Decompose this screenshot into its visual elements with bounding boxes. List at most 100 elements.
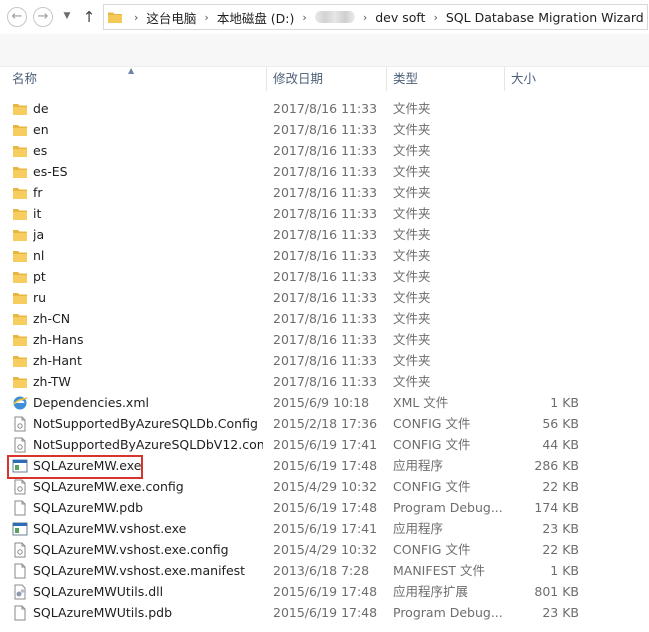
- file-size: [504, 161, 579, 182]
- file-type: 文件夹: [393, 269, 431, 284]
- breadcrumb-separator-icon[interactable]: ›: [302, 11, 306, 24]
- file-date: 2017/8/16 11:33: [273, 206, 378, 221]
- file-size: 1 KB: [550, 563, 579, 578]
- file-row[interactable]: de 2017/8/16 11:33 文件夹: [0, 98, 649, 119]
- xml-file-icon: [12, 392, 30, 413]
- folder-icon: [12, 140, 30, 161]
- file-name: NotSupportedByAzureSQLDbV12.con...: [33, 437, 263, 452]
- file-type: 应用程序: [393, 458, 444, 473]
- file-name: es: [33, 143, 48, 158]
- file-date: 2017/8/16 11:33: [273, 248, 378, 263]
- file-row[interactable]: SQLAzureMW.pdb 2015/6/19 17:48 Program Deb…: [0, 497, 649, 518]
- file-date: 2017/8/16 11:33: [273, 353, 378, 368]
- file-name: SQLAzureMWUtils.pdb: [33, 605, 173, 620]
- breadcrumb-separator-icon[interactable]: ›: [204, 11, 208, 24]
- file-row[interactable]: zh-CN 2017/8/16 11:33 文件夹: [0, 308, 649, 329]
- column-header-size[interactable]: 大小: [504, 67, 594, 91]
- folder-icon: [12, 350, 30, 371]
- file-date: 2015/6/19 17:41: [273, 521, 378, 536]
- recent-locations-chevron-icon[interactable]: ▼: [62, 9, 72, 23]
- breadcrumb-item[interactable]: 这台电脑: [146, 8, 196, 27]
- breadcrumb-separator-icon[interactable]: ›: [433, 11, 437, 24]
- address-bar[interactable]: › 这台电脑 › 本地磁盘 (D:) › › dev soft › SQL Database M…: [103, 4, 648, 30]
- file-size: 1 KB: [550, 395, 579, 410]
- file-row[interactable]: ru 2017/8/16 11:33 文件夹: [0, 287, 649, 308]
- file-row[interactable]: SQLAzureMW.exe.config 2015/4/29 10:32 CONF…: [0, 476, 649, 497]
- file-type: CONFIG 文件: [393, 416, 471, 431]
- column-header-name[interactable]: 名称: [6, 67, 265, 91]
- forward-arrow-icon[interactable]: →: [33, 7, 53, 27]
- file-size: [504, 182, 579, 203]
- column-header-date[interactable]: 修改日期: [266, 67, 386, 91]
- file-row[interactable]: SQLAzureMW.vshost.exe.config 2015/4/29 10…: [0, 539, 649, 560]
- column-headers: 名称 修改日期 类型 大小: [0, 67, 649, 91]
- file-row[interactable]: nl 2017/8/16 11:33 文件夹: [0, 245, 649, 266]
- file-row[interactable]: en 2017/8/16 11:33 文件夹: [0, 119, 649, 140]
- breadcrumb-item[interactable]: 本地磁盘 (D:): [217, 8, 295, 27]
- file-row[interactable]: fr 2017/8/16 11:33 文件夹: [0, 182, 649, 203]
- folder-icon: [12, 203, 30, 224]
- file-type: CONFIG 文件: [393, 542, 471, 557]
- file-row[interactable]: SQLAzureMW.vshost.exe 2015/6/19 17:41 应用程序…: [0, 518, 649, 539]
- file-name: ru: [33, 290, 47, 305]
- file-row[interactable]: SQLAzureMWUtils.pdb 2015/6/19 17:48 Progra…: [0, 602, 649, 623]
- breadcrumb-separator-icon[interactable]: ›: [363, 11, 367, 24]
- file-name: de: [33, 101, 49, 116]
- folder-icon: [12, 287, 30, 308]
- file-date: 2017/8/16 11:33: [273, 227, 378, 242]
- file-type: 文件夹: [393, 185, 431, 200]
- config-file-icon: [12, 476, 30, 497]
- highlight-box: [7, 455, 143, 479]
- config-file-icon: [12, 434, 30, 455]
- file-row[interactable]: zh-Hant 2017/8/16 11:33 文件夹: [0, 350, 649, 371]
- file-row[interactable]: it 2017/8/16 11:33 文件夹: [0, 203, 649, 224]
- file-row[interactable]: SQLAzureMWUtils.dll 2015/6/19 17:48 应用程序扩展…: [0, 581, 649, 602]
- file-name: NotSupportedByAzureSQLDb.Config: [33, 416, 258, 431]
- folder-icon: [12, 98, 30, 119]
- file-date: 2015/4/29 10:32: [273, 542, 378, 557]
- breadcrumb-item[interactable]: dev soft: [375, 10, 425, 25]
- file-date: 2015/6/19 17:41: [273, 437, 378, 452]
- file-date: 2017/8/16 11:33: [273, 311, 378, 326]
- folder-icon: [12, 119, 30, 140]
- file-row[interactable]: ja 2017/8/16 11:33 文件夹: [0, 224, 649, 245]
- breadcrumb-item-redacted[interactable]: [314, 11, 355, 23]
- file-row[interactable]: Dependencies.xml 2015/6/9 10:18 XML 文件 1 KB: [0, 392, 649, 413]
- breadcrumb: › 这台电脑 › 本地磁盘 (D:) › › dev soft › SQL Database M…: [126, 5, 644, 29]
- file-name: nl: [33, 248, 45, 263]
- file-row[interactable]: zh-TW 2017/8/16 11:33 文件夹: [0, 371, 649, 392]
- file-name: es-ES: [33, 164, 68, 179]
- file-name: en: [33, 122, 49, 137]
- back-arrow-icon[interactable]: ←: [7, 7, 27, 27]
- file-row[interactable]: SQLAzureMW.vshost.exe.manifest 2013/6/18 …: [0, 560, 649, 581]
- file-name: zh-Hant: [33, 353, 82, 368]
- file-size: [504, 266, 579, 287]
- file-date: 2017/8/16 11:33: [273, 374, 378, 389]
- breadcrumb-separator-icon[interactable]: ›: [134, 11, 138, 24]
- file-type: 文件夹: [393, 290, 431, 305]
- file-row[interactable]: NotSupportedByAzureSQLDbV12.con... 2015/6…: [0, 434, 649, 455]
- file-size: 22 KB: [542, 542, 579, 557]
- file-type: 文件夹: [393, 332, 431, 347]
- pdb-file-icon: [12, 602, 30, 623]
- folder-icon: [108, 12, 122, 23]
- file-size: [504, 203, 579, 224]
- up-arrow-icon[interactable]: ↑: [80, 7, 98, 27]
- file-row[interactable]: NotSupportedByAzureSQLDb.Config 2015/2/18…: [0, 413, 649, 434]
- exe-file-icon: [12, 518, 30, 539]
- file-size: [504, 119, 579, 140]
- pdb-file-icon: [12, 497, 30, 518]
- file-date: 2015/6/19 17:48: [273, 500, 378, 515]
- file-row[interactable]: zh-Hans 2017/8/16 11:33 文件夹: [0, 329, 649, 350]
- file-row[interactable]: es 2017/8/16 11:33 文件夹: [0, 140, 649, 161]
- column-header-type[interactable]: 类型: [386, 67, 504, 91]
- file-row[interactable]: es-ES 2017/8/16 11:33 文件夹: [0, 161, 649, 182]
- file-row[interactable]: pt 2017/8/16 11:33 文件夹: [0, 266, 649, 287]
- file-size: [504, 329, 579, 350]
- breadcrumb-item[interactable]: SQL Database Migration Wizard: [446, 10, 644, 25]
- file-type: CONFIG 文件: [393, 437, 471, 452]
- file-size: 801 KB: [534, 584, 579, 599]
- file-date: 2017/8/16 11:33: [273, 290, 378, 305]
- file-size: 23 KB: [542, 605, 579, 620]
- manifest-file-icon: [12, 560, 30, 581]
